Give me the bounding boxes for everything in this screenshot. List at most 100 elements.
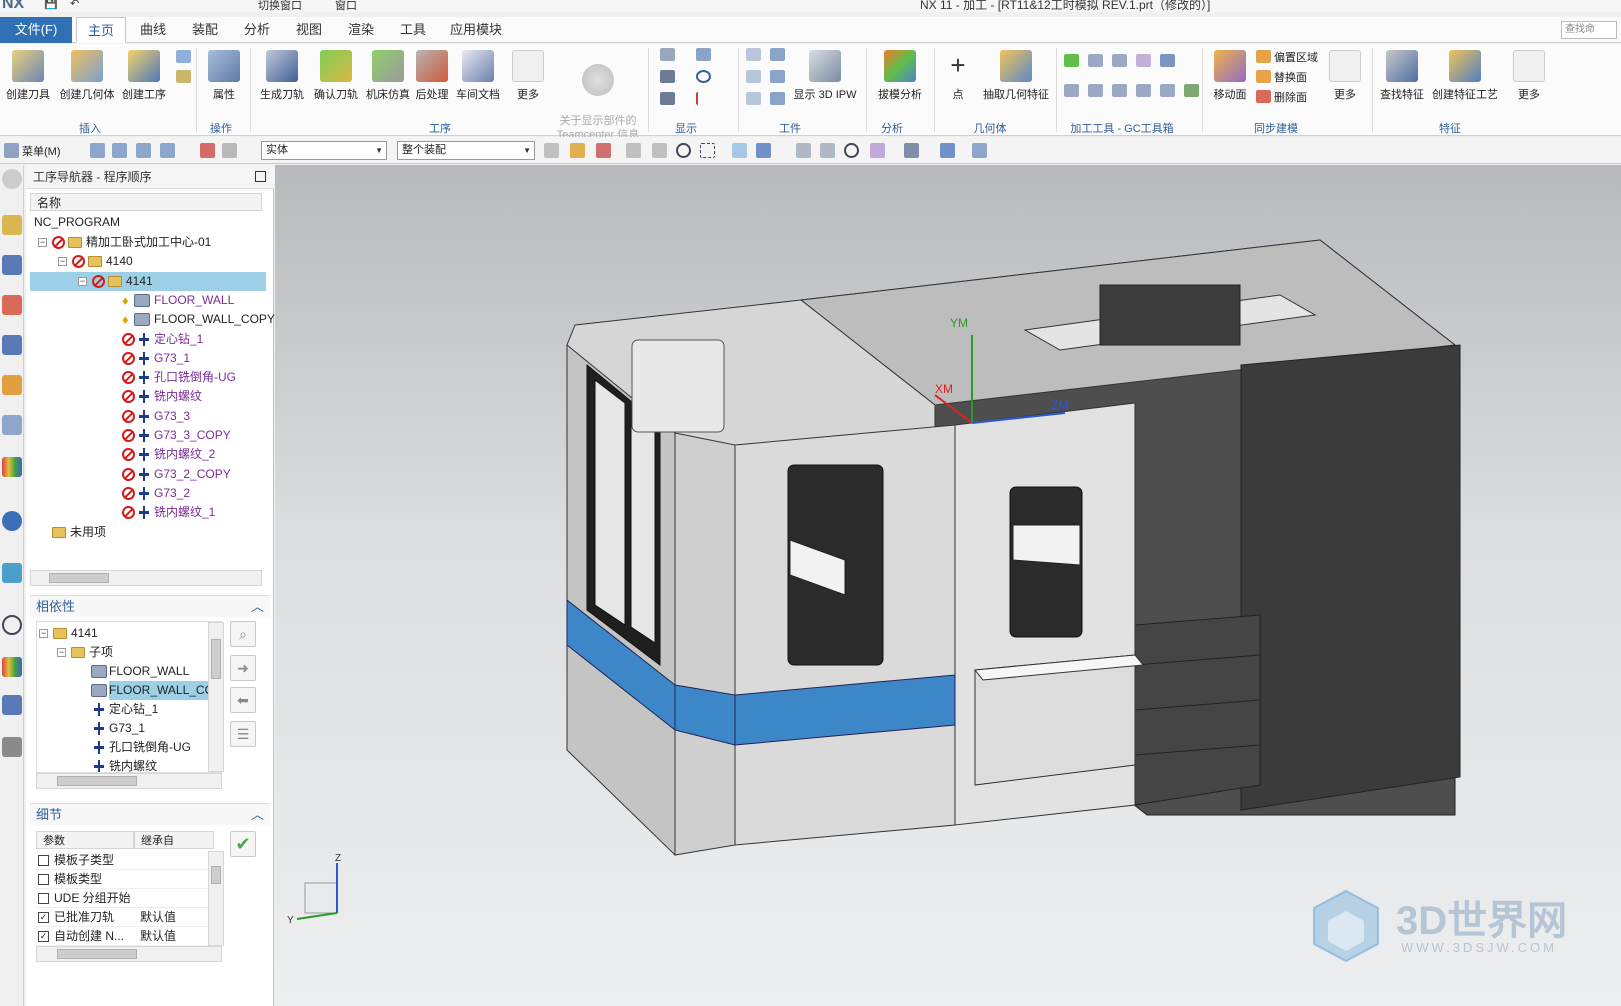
tab-curve[interactable]: 曲线 bbox=[128, 17, 178, 43]
tree-node[interactable]: G73_3 bbox=[30, 407, 266, 426]
display-wire-icon[interactable] bbox=[660, 92, 675, 105]
tree-node[interactable]: 铣内螺纹_1 bbox=[30, 503, 266, 522]
file-menu-tab[interactable]: 文件(F) bbox=[0, 17, 72, 43]
tab-tools[interactable]: 工具 bbox=[388, 17, 438, 43]
tree-node[interactable]: ♦ FLOOR_WALL_COPY bbox=[30, 310, 275, 329]
tree-root[interactable]: NC_PROGRAM bbox=[26, 213, 262, 232]
tree-node[interactable]: G73_3_COPY bbox=[30, 426, 266, 445]
type-filter-select[interactable]: 实体 bbox=[261, 141, 387, 160]
toolbar-icon[interactable] bbox=[700, 143, 715, 158]
dependency-node[interactable]: FLOOR_WALL_CO bbox=[37, 681, 216, 700]
dependency-node[interactable]: − 4141 bbox=[37, 624, 207, 643]
shop-documentation-button[interactable]: 车间文档 bbox=[450, 50, 506, 102]
tab-applications[interactable]: 应用模块 bbox=[440, 17, 512, 43]
gc-tool-icon[interactable] bbox=[1136, 54, 1151, 67]
tab-view[interactable]: 视图 bbox=[284, 17, 334, 43]
tree-node[interactable]: G73_2 bbox=[30, 484, 266, 503]
dependency-section-header[interactable]: 相依性 ︿ bbox=[30, 595, 270, 617]
tab-assembly[interactable]: 装配 bbox=[180, 17, 230, 43]
process-more-button[interactable]: 更多 bbox=[500, 50, 556, 102]
navigator-icon[interactable] bbox=[2, 375, 22, 395]
details-section-header[interactable]: 细节 ︿ bbox=[30, 803, 270, 825]
column-header-name[interactable]: 名称 bbox=[30, 193, 262, 211]
create-operation-button[interactable]: 创建工序 bbox=[116, 50, 172, 102]
undo-icon[interactable]: ↶ bbox=[70, 0, 79, 10]
details-row[interactable]: 模板类型 bbox=[36, 870, 212, 889]
offset-region-button[interactable]: 偏置区域 bbox=[1274, 49, 1318, 65]
scope-filter-select[interactable]: 整个装配 bbox=[397, 141, 535, 160]
scrollbar-thumb[interactable] bbox=[211, 866, 221, 884]
scrollbar-thumb[interactable] bbox=[211, 639, 221, 679]
gc-tool-icon[interactable] bbox=[1088, 54, 1103, 67]
search-icon[interactable]: ⌕ bbox=[230, 621, 256, 647]
window-menu[interactable]: 窗口 bbox=[335, 0, 357, 12]
tree-node[interactable]: − 4140 bbox=[30, 252, 266, 271]
toolbar-icon[interactable] bbox=[844, 143, 859, 158]
tree-node[interactable]: − 精加工卧式加工中心-01 bbox=[30, 233, 266, 252]
collapse-icon[interactable]: − bbox=[39, 629, 48, 638]
info-icon[interactable] bbox=[2, 511, 22, 531]
workpiece-option-icon[interactable] bbox=[770, 48, 785, 61]
delete-face-icon[interactable] bbox=[1256, 90, 1271, 103]
gc-tool-icon[interactable] bbox=[1112, 84, 1127, 97]
selection-filter-icon[interactable] bbox=[90, 143, 105, 158]
toolbar-icon[interactable] bbox=[972, 143, 987, 158]
navigator-icon[interactable] bbox=[2, 335, 22, 355]
properties-button[interactable]: 属性 bbox=[196, 50, 252, 102]
toolbar-icon[interactable] bbox=[796, 143, 811, 158]
toolbar-icon[interactable] bbox=[676, 143, 691, 158]
navigator-icon[interactable] bbox=[2, 457, 22, 477]
toolbar-icon[interactable] bbox=[904, 143, 919, 158]
draft-analysis-button[interactable]: 拔模分析 bbox=[870, 50, 930, 102]
dependency-node[interactable]: FLOOR_WALL bbox=[37, 662, 207, 681]
checkbox[interactable] bbox=[38, 855, 49, 866]
tab-render[interactable]: 渲染 bbox=[336, 17, 386, 43]
toolbar-icon[interactable] bbox=[820, 143, 835, 158]
list-icon[interactable]: ☰ bbox=[230, 721, 256, 747]
details-row[interactable]: ✓ 已批准刀轨 默认值 bbox=[36, 908, 212, 927]
horizontal-scrollbar[interactable] bbox=[36, 946, 222, 962]
workpiece-option-icon[interactable] bbox=[746, 70, 761, 83]
vertical-scrollbar[interactable] bbox=[208, 622, 224, 772]
tree-node[interactable]: 铣内螺纹 bbox=[30, 387, 266, 406]
create-tool-button[interactable]: 创建刀具 bbox=[0, 50, 56, 102]
replace-face-icon[interactable] bbox=[1256, 70, 1271, 83]
features-more-button[interactable]: 更多 bbox=[1504, 50, 1554, 102]
navigator-icon[interactable] bbox=[2, 415, 22, 435]
display-view-icon[interactable] bbox=[696, 48, 711, 61]
tree-node[interactable]: 定心钻_1 bbox=[30, 330, 266, 349]
scrollbar-thumb[interactable] bbox=[57, 949, 137, 959]
command-search-input[interactable]: 查找命 bbox=[1561, 21, 1617, 39]
gc-tool-icon[interactable] bbox=[1064, 84, 1079, 97]
tree-node[interactable]: 孔口铣倒角-UG bbox=[30, 368, 266, 387]
show-3d-ipw-button[interactable]: 显示 3D IPW bbox=[792, 50, 858, 102]
gear-icon[interactable] bbox=[2, 169, 22, 189]
toolbar-icon[interactable] bbox=[870, 143, 885, 158]
horizontal-scrollbar[interactable] bbox=[36, 773, 222, 789]
selection-filter-icon[interactable] bbox=[112, 143, 127, 158]
arrow-right-icon[interactable]: ➜ bbox=[230, 655, 256, 681]
arrow-left-icon[interactable]: ⬅ bbox=[230, 687, 256, 713]
collapse-icon[interactable]: ︿ bbox=[251, 804, 264, 826]
selection-filter-icon[interactable] bbox=[136, 143, 151, 158]
selection-filter-icon[interactable] bbox=[160, 143, 175, 158]
workpiece-option-icon[interactable] bbox=[746, 48, 761, 61]
snap-icon[interactable] bbox=[222, 143, 237, 158]
toolbar-icon[interactable] bbox=[626, 143, 641, 158]
switch-window-button[interactable]: 切换窗口 bbox=[258, 0, 302, 12]
checkbox[interactable]: ✓ bbox=[38, 931, 49, 942]
checkbox[interactable]: ✓ bbox=[38, 912, 49, 923]
gc-tool-icon[interactable] bbox=[1088, 84, 1103, 97]
scrollbar-thumb[interactable] bbox=[49, 573, 109, 583]
point-button[interactable]: + 点 bbox=[940, 50, 976, 102]
workpiece-option-icon[interactable] bbox=[746, 92, 761, 105]
scrollbar-thumb[interactable] bbox=[57, 776, 137, 786]
tab-home[interactable]: 主页 bbox=[76, 17, 126, 43]
navigator-icon[interactable] bbox=[2, 215, 22, 235]
checkbox[interactable] bbox=[38, 893, 49, 904]
sync-more-button[interactable]: 更多 bbox=[1320, 50, 1370, 102]
checkmark-icon[interactable]: ✔ bbox=[230, 831, 256, 857]
toolbar-icon[interactable] bbox=[732, 143, 747, 158]
toolbar-icon[interactable] bbox=[756, 143, 771, 158]
tree-node[interactable]: ♦ FLOOR_WALL bbox=[30, 291, 266, 310]
